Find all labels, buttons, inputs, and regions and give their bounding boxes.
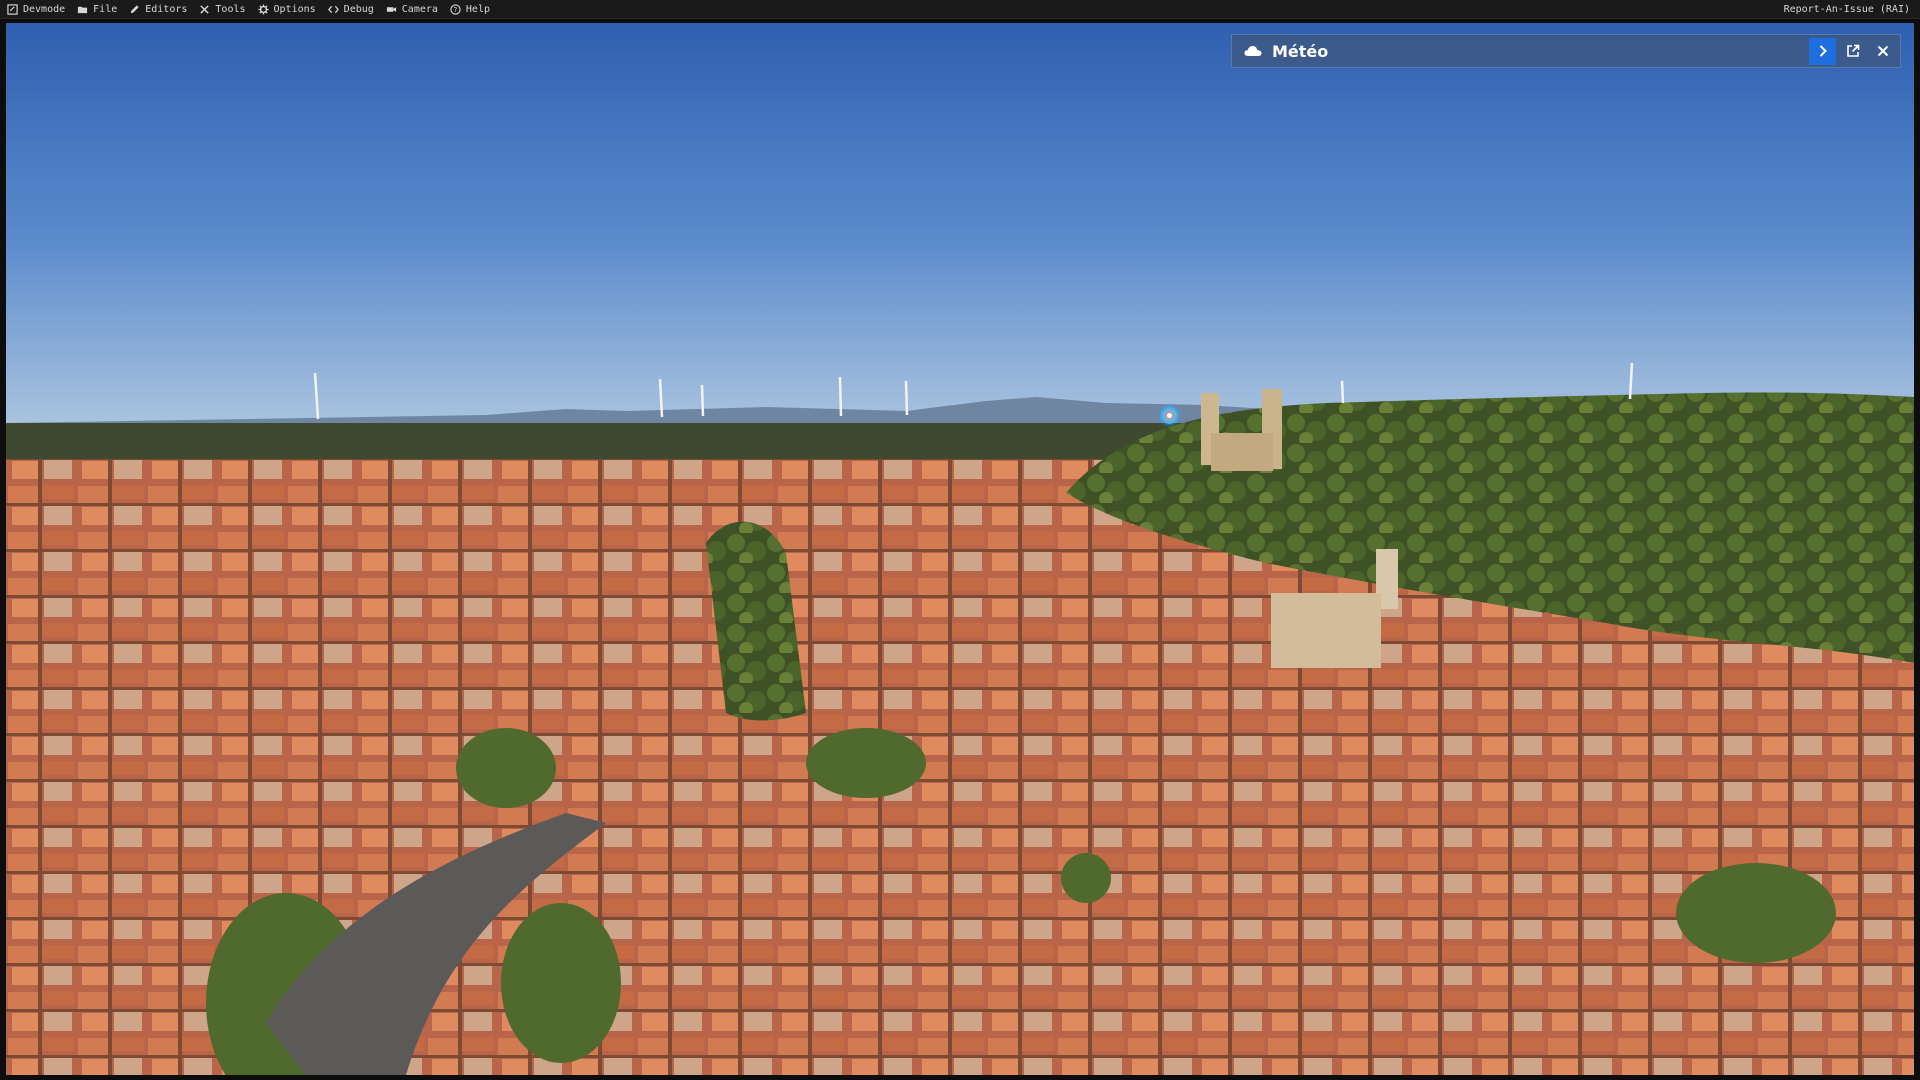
menu-devmode-label: Devmode <box>23 3 66 15</box>
svg-text:?: ? <box>454 5 458 13</box>
code-icon <box>327 5 339 13</box>
gear-icon <box>257 3 269 15</box>
menu-debug[interactable]: Debug <box>322 0 380 19</box>
pencil-icon <box>131 4 139 13</box>
menu-camera-label: Camera <box>401 3 438 15</box>
menu-options[interactable]: Options <box>252 0 322 19</box>
menu-options-label: Options <box>273 3 316 15</box>
folder-icon <box>78 6 88 13</box>
weather-panel-label: Météo <box>1272 41 1329 61</box>
weather-panel: Météo <box>1231 34 1901 68</box>
weather-panel-title: Météo <box>1232 42 1809 61</box>
dev-menu-bar: Devmode File Editors Tools Options Debug… <box>0 0 1920 19</box>
report-issue-link[interactable]: Report-An-Issue (RAI) <box>1784 4 1910 15</box>
help-icon: ? <box>450 3 461 15</box>
cloud-icon <box>1244 46 1262 56</box>
poi-marker-icon[interactable] <box>1161 407 1178 424</box>
close-button[interactable] <box>1869 38 1896 65</box>
camera-icon <box>386 6 396 12</box>
expand-arrow-icon <box>1819 45 1827 57</box>
popout-icon <box>1846 44 1859 57</box>
menu-help-label: Help <box>465 3 490 15</box>
menu-tools[interactable]: Tools <box>193 0 251 19</box>
aerial-scene <box>6 23 1914 1075</box>
simulator-viewport[interactable] <box>6 23 1914 1075</box>
menu-tools-label: Tools <box>215 3 246 15</box>
tools-icon <box>200 4 210 14</box>
menu-devmode[interactable]: Devmode <box>0 0 71 19</box>
expand-button[interactable] <box>1809 37 1836 65</box>
devmode-icon <box>7 3 18 15</box>
menu-editors-label: Editors <box>145 3 188 15</box>
menu-help[interactable]: ? Help <box>444 0 496 19</box>
menu-file[interactable]: File <box>71 0 123 19</box>
menu-debug-label: Debug <box>343 3 374 15</box>
menu-editors[interactable]: Editors <box>123 0 193 19</box>
close-icon <box>1877 45 1888 57</box>
popout-button[interactable] <box>1839 38 1866 65</box>
menu-camera[interactable]: Camera <box>380 0 444 19</box>
menu-file-label: File <box>93 3 118 15</box>
